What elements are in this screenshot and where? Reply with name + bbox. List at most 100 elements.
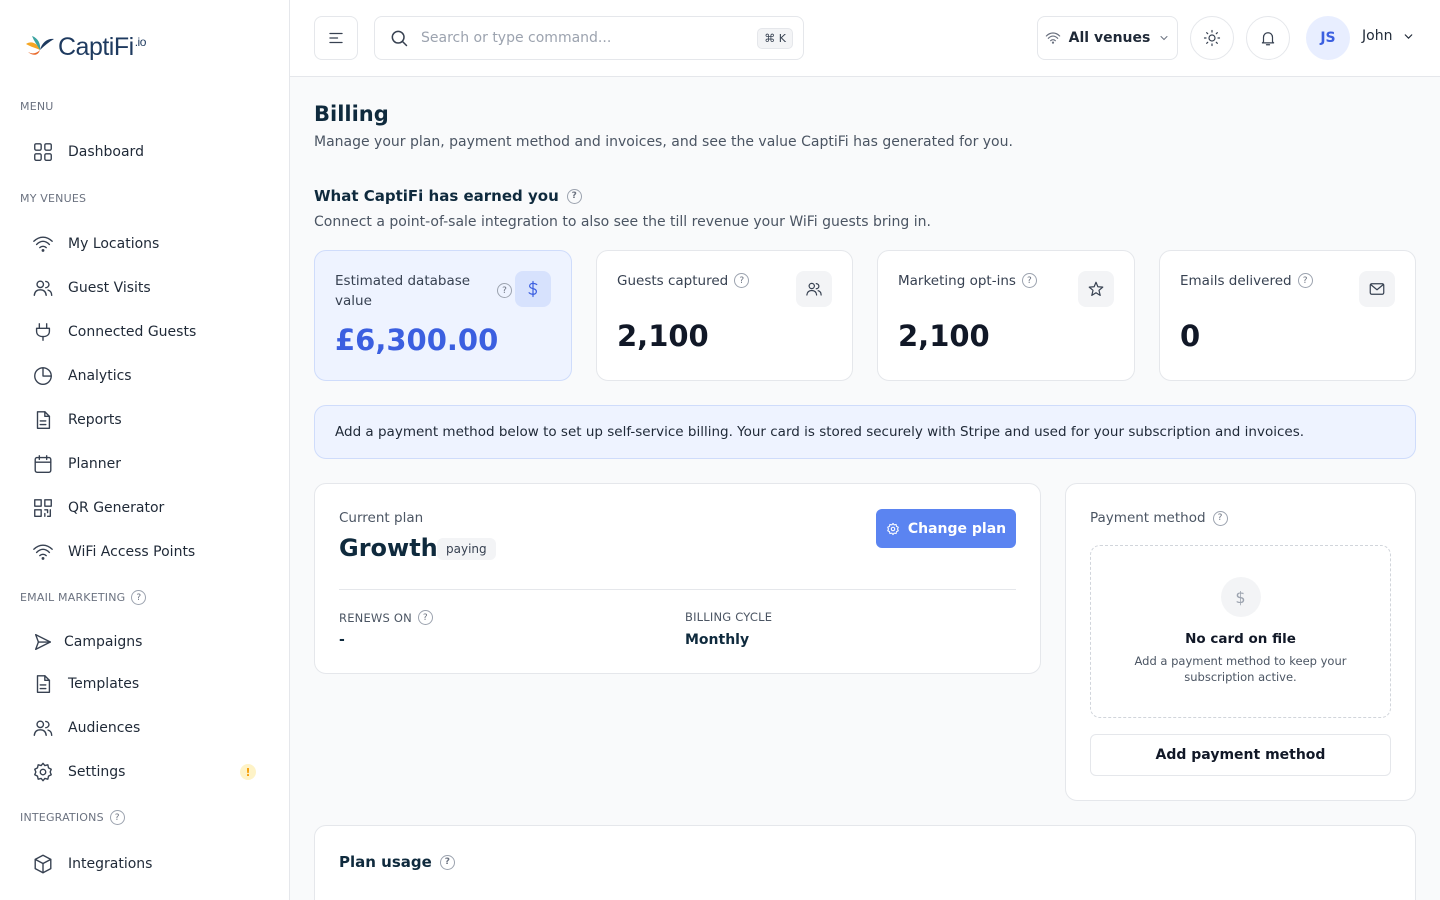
user-name: John [1362,28,1393,44]
stat-icon [515,271,551,307]
no-card-subtitle: Add a payment method to keep your subscr… [1134,654,1347,684]
gear-icon [34,762,52,782]
dollar-icon [528,280,538,298]
send-icon [34,633,52,651]
plug-icon [35,323,51,341]
document-icon [36,411,51,429]
sidebar-item-label: My Locations [68,236,160,252]
sidebar-item-label: Reports [68,412,122,428]
dollar-icon: $ [1220,577,1261,617]
menu-icon [329,32,343,44]
theme-toggle-button[interactable] [1190,16,1234,60]
banner-text: Add a payment method below to set up sel… [335,424,1305,440]
no-card-placeholder: $ No card on file Add a payment method t… [1090,545,1391,718]
calendar-icon [34,455,52,473]
sidebar-item-analytics[interactable]: Analytics [32,362,262,390]
stat-card-database-value: Estimated database value? £6,300.00 [314,250,572,381]
sidebar-item-label: Connected Guests [68,324,197,340]
users-icon [806,282,822,296]
stat-value: 2,100 [898,319,990,353]
no-card-title: No card on file [1185,631,1296,647]
brand-logo[interactable]: CaptiFi.io [22,30,146,64]
renews-on-value: - [339,632,345,648]
gear-icon [887,522,899,535]
divider [339,589,1016,590]
mail-icon [1369,283,1385,295]
document-icon [36,675,51,693]
star-icon [1088,281,1104,296]
wifi-icon [1045,32,1060,44]
payment-method-title: Payment method? [1090,510,1228,526]
stat-card-marketing-optins: Marketing opt-ins? 2,100 [877,250,1135,381]
sidebar-item-label: Templates [68,676,140,692]
stat-icon [1359,271,1395,307]
sidebar-item-label: Settings [68,764,126,780]
stat-card-guests-captured: Guests captured? 2,100 [596,250,853,381]
sidebar-item-campaigns[interactable]: Campaigns [32,628,262,656]
venue-dropdown[interactable]: All venues [1037,16,1178,60]
grid-icon [34,143,52,161]
sidebar-item-dashboard[interactable]: Dashboard [32,138,262,166]
help-icon[interactable]: ? [1021,273,1037,288]
sidebar-toggle-button[interactable] [314,16,358,60]
qr-code-icon [34,499,52,517]
sidebar-item-my-locations[interactable]: My Locations [32,230,262,258]
payment-method-card: Payment method? $ No card on file Add a … [1065,483,1416,801]
billing-cycle-label: BILLING CYCLE [685,610,773,624]
help-icon[interactable]: ? [439,854,455,870]
sidebar-item-label: Integrations [68,856,153,872]
add-payment-method-button[interactable]: Add payment method [1090,734,1391,776]
help-icon[interactable]: ? [734,273,750,288]
help-icon[interactable]: ? [1212,510,1228,526]
sidebar-item-reports[interactable]: Reports [32,406,262,434]
help-icon[interactable]: ? [566,188,582,204]
help-icon[interactable]: ? [131,590,147,605]
sidebar-item-planner[interactable]: Planner [32,450,262,478]
cube-icon [34,854,52,874]
shortcut-hint: ⌘ K [757,27,793,49]
help-icon[interactable]: ? [497,283,512,298]
chevron-down-icon [1405,33,1413,39]
sidebar-item-qr-generator[interactable]: QR Generator [32,494,262,522]
sidebar-item-audiences[interactable]: Audiences [32,714,262,742]
stat-value: £6,300.00 [335,323,499,357]
help-icon[interactable]: ? [109,810,125,825]
section-label-my-venues: MY VENUES [20,192,87,205]
plan-status-badge: paying [437,538,496,560]
change-plan-label: Change plan [907,520,1007,537]
bell-icon [1261,32,1275,46]
renews-on-label: RENEWS ON? [339,610,433,625]
settings-alert-badge: ! [240,764,256,780]
sidebar-item-templates[interactable]: Templates [32,670,262,698]
search-input[interactable] [421,30,758,46]
pie-chart-icon [34,367,52,385]
avatar[interactable]: JS [1306,16,1350,60]
sidebar-item-wifi-access-points[interactable]: WiFi Access Points [32,538,262,566]
earned-section-title: What CaptiFi has earned you ? [314,187,582,205]
notifications-button[interactable] [1246,16,1290,60]
logo-bird-icon [26,36,54,55]
change-plan-button[interactable]: Change plan [876,509,1016,548]
sidebar-item-integrations[interactable]: Integrations [32,850,262,878]
sidebar-item-settings[interactable]: Settings ! [32,758,262,786]
help-icon[interactable]: ? [1297,273,1313,288]
stat-icon [796,271,832,307]
sidebar-item-connected-guests[interactable]: Connected Guests [32,318,262,346]
billing-info-banner: Add a payment method below to set up sel… [314,405,1416,459]
users-icon [33,720,53,737]
sidebar-item-label: Campaigns [64,634,143,650]
help-icon[interactable]: ? [417,610,433,625]
plan-usage-card: Plan usage? [314,825,1416,900]
plan-label: Current plan [339,510,424,526]
sidebar-item-label: Analytics [68,368,132,384]
search-box[interactable]: ⌘ K [374,16,804,60]
page-title: Billing [314,102,389,126]
stat-icon [1078,271,1114,307]
stat-value: 2,100 [617,319,709,353]
sidebar-item-label: Planner [68,456,122,472]
sidebar-item-guest-visits[interactable]: Guest Visits [32,274,262,302]
user-menu[interactable]: John [1362,28,1415,44]
page-subtitle: Manage your plan, payment method and inv… [314,134,1013,150]
sun-icon [1203,29,1221,47]
sidebar-item-label: Guest Visits [68,280,151,296]
